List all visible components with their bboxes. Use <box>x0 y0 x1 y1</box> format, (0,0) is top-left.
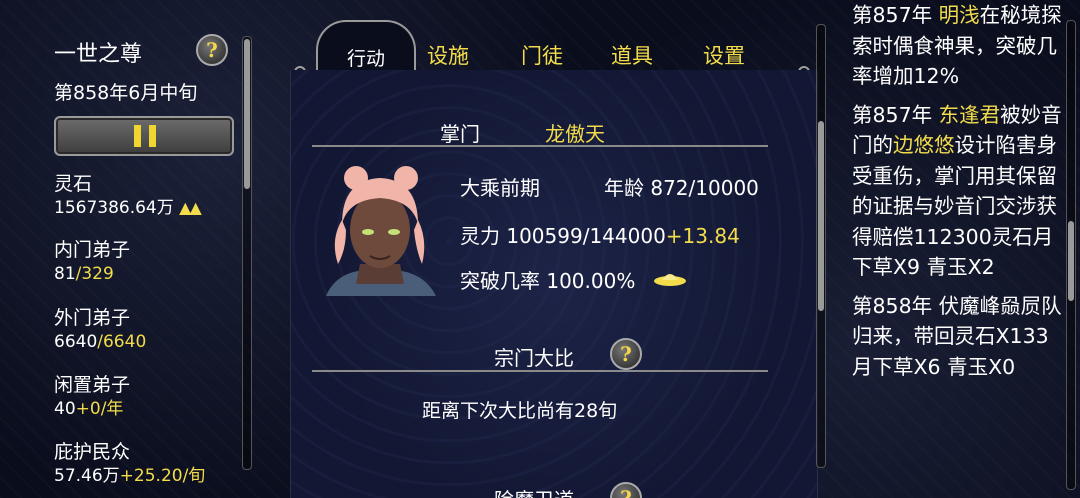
leader-breakthrough: 突破几率 100.00% <box>460 265 635 294</box>
sect-title: 一世之尊 <box>54 42 143 67</box>
stat-value: 81/329 <box>54 262 130 286</box>
stat-inner-disciples: 内门弟子 81/329 <box>54 238 130 286</box>
stat-value-main: 81 <box>54 264 76 284</box>
log-text: 第858年 伏魔峰 <box>852 293 1001 318</box>
stat-value-main: 1567386.64万 <box>54 198 174 218</box>
log-text: 赑屃 <box>1000 293 1042 318</box>
stat-value: 1567386.64万 ▲▲ <box>54 196 202 220</box>
stat-label: 闲置弟子 <box>54 374 131 396</box>
log-entry: 第857年 明浅在秘境探索时偶食神果，突破几率增加12% <box>852 0 1062 92</box>
age-label: 年龄 <box>604 176 644 200</box>
log-highlight: 东逢君 <box>938 102 1001 127</box>
stat-label: 庇护民众 <box>54 441 131 463</box>
stat-value-rate: +0/年 <box>75 399 124 419</box>
age-value: 872/10000 <box>650 176 759 200</box>
leader-name[interactable]: 龙傲天 <box>545 118 605 147</box>
main-scrollbar-thumb[interactable] <box>818 121 824 311</box>
current-date: 第858年6月中旬 <box>54 82 198 104</box>
stat-label: 灵石 <box>54 173 93 195</box>
tournament-countdown: 距离下次大比尚有28旬 <box>422 400 618 422</box>
log-highlight: 明浅 <box>938 3 980 27</box>
leader-realm: 大乘前期 <box>460 176 540 200</box>
stat-protected-people: 庇护民众 57.46万+25.20/旬 <box>54 440 205 488</box>
breakthrough-label: 突破几率 <box>460 269 540 293</box>
stat-value: 57.46万+25.20/旬 <box>54 464 205 488</box>
log-entry: 第857年 东逢君被妙音门的边悠悠设计陷害身受重伤，掌门用其保留的证据与妙音门交… <box>852 100 1062 283</box>
left-scrollbar[interactable] <box>242 36 252 470</box>
leader-label: 掌门 <box>440 122 480 146</box>
pause-icon-bar-right <box>149 125 156 147</box>
section-divider <box>312 145 768 147</box>
leader-power: 灵力 100599/144000+13.84 <box>460 220 740 249</box>
power-value: 100599/144000 <box>506 224 666 248</box>
log-scrollbar[interactable] <box>1066 20 1076 490</box>
leader-portrait[interactable] <box>316 160 444 296</box>
stat-value-main: 6640 <box>54 332 98 352</box>
power-label: 灵力 <box>460 224 500 248</box>
stat-label: 内门弟子 <box>54 239 131 261</box>
breakthrough-value: 100.00% <box>546 269 636 293</box>
log-text: 第857年 <box>852 3 939 27</box>
tournament-title: 宗门大比 <box>494 346 574 370</box>
stat-value: 6640/6640 <box>54 330 146 354</box>
section-divider <box>312 370 768 372</box>
pause-icon-bar-left <box>134 125 141 147</box>
stat-outer-disciples: 外门弟子 6640/6640 <box>54 306 146 354</box>
pause-button[interactable] <box>54 116 234 156</box>
left-sidebar: 一世之尊 ? 第858年6月中旬 灵石 1567386.64万 ▲▲ 内门弟子 … <box>0 0 260 498</box>
trend-up-icon: ▲▲ <box>179 198 202 217</box>
stat-label: 外门弟子 <box>54 307 131 329</box>
main-scrollbar[interactable] <box>816 24 826 468</box>
left-scrollbar-thumb[interactable] <box>244 39 250 189</box>
stat-value-rate: +25.20/旬 <box>119 466 206 486</box>
log-entry: 第858年 伏魔峰赑屃队归来，带回灵石X133月下草X6 青玉X0 <box>852 291 1062 383</box>
tournament-help-icon[interactable]: ? <box>610 338 642 370</box>
stat-value-capacity: /6640 <box>97 332 147 352</box>
stat-value: 40+0/年 <box>54 397 130 421</box>
stat-value-capacity: /329 <box>75 264 114 284</box>
stat-spirit-stones: 灵石 1567386.64万 ▲▲ <box>54 172 202 220</box>
stat-value-main: 40 <box>54 399 76 419</box>
log-scrollbar-thumb[interactable] <box>1068 221 1074 301</box>
tab-action[interactable]: 行动 <box>316 20 416 76</box>
stat-value-main: 57.46万 <box>54 466 120 486</box>
power-rate: +13.84 <box>665 224 740 248</box>
log-highlight: 边悠悠 <box>893 133 955 157</box>
leader-age: 年龄 872/10000 <box>604 172 759 201</box>
log-text: 第857年 <box>852 102 939 127</box>
help-icon-button[interactable]: ? <box>196 34 228 66</box>
event-log[interactable]: 第857年 明浅在秘境探索时偶食神果，突破几率增加12% 第857年 东逢君被妙音… <box>852 0 1062 498</box>
tab-bar: 行动 设施 门徒 道具 设置 <box>294 10 810 78</box>
stat-idle-disciples: 闲置弟子 40+0/年 <box>54 373 130 421</box>
breakthrough-pill-icon[interactable] <box>652 268 688 288</box>
demon-section-title: 除魔卫道 <box>494 484 574 498</box>
